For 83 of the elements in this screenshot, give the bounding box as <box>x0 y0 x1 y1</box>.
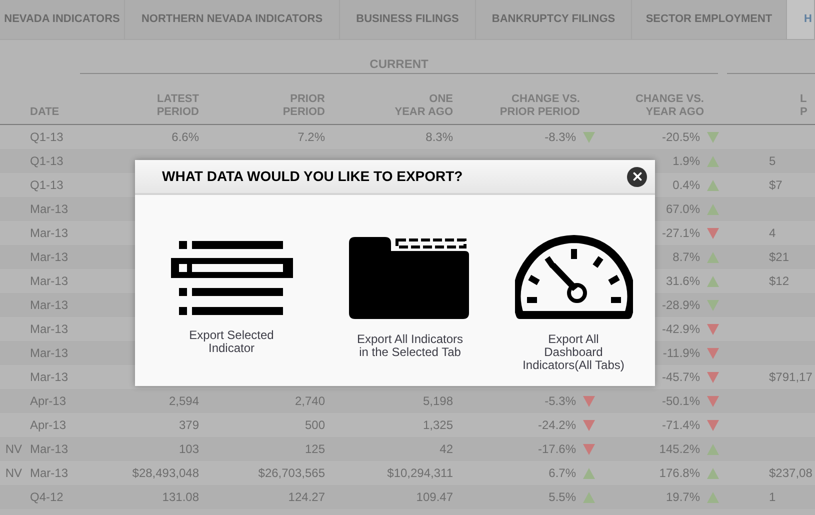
column-header: PRIOR PERIOD <box>282 93 325 119</box>
table-cell-text: 19.7% <box>666 489 700 506</box>
table-cell: Mar-13 <box>30 322 68 336</box>
table-cell: Q1-13 <box>30 154 64 168</box>
table-cell-text: -17.6% <box>538 441 576 458</box>
table-cell: 124.27 <box>288 490 325 504</box>
table-cell: Mar-13 <box>30 370 68 384</box>
table-cell: 500 <box>304 418 325 432</box>
table-cell: 5,198 <box>422 394 453 408</box>
table-cell-text: -50.1% <box>662 393 700 410</box>
table-cell-text: -27.1% <box>662 225 700 242</box>
table-cell: NV <box>5 442 22 456</box>
table-cell: 6.6% <box>172 130 199 144</box>
table-cell-text: 176.8% <box>659 465 700 482</box>
table-cell: Mar-13 <box>30 226 68 240</box>
table-cell: $28,493,048 <box>132 466 199 480</box>
table-cell: $10,294,311 <box>387 466 453 480</box>
table-cell-text: -8.3% <box>544 129 576 146</box>
export-option[interactable]: Export Selected Indicator <box>189 329 274 355</box>
table-cell: 4 <box>769 226 776 240</box>
table-cell-text: 8.7% <box>672 249 700 266</box>
table-cell-text: -45.7% <box>662 369 700 386</box>
table-cell: Q1-13 <box>30 178 64 192</box>
table-cell: $791,17 <box>769 370 812 384</box>
column-header: L P <box>800 93 808 119</box>
table-cell: Mar-13 <box>30 346 68 360</box>
table-cell: $237,08 <box>769 466 812 480</box>
table-cell: $21 <box>769 250 790 264</box>
column-header: CHANGE VS. PRIOR PERIOD <box>498 93 580 119</box>
table-cell: 5 <box>769 154 776 168</box>
folder-icon <box>349 237 471 319</box>
table-cell-text: -11.9% <box>662 345 700 362</box>
column-header: CHANGE VS. YEAR AGO <box>634 93 704 119</box>
export-option[interactable]: Export All Dashboard Indicators(All Tabs) <box>522 333 624 372</box>
table-cell: Apr-13 <box>30 394 66 408</box>
table-cell-text: 6.7% <box>548 465 576 482</box>
close-icon <box>630 170 644 183</box>
group-header: CURRENT <box>370 57 428 71</box>
table-cell-text: 5.5% <box>548 489 576 506</box>
table-cell: Mar-13 <box>30 202 68 216</box>
table-cell: 1 <box>769 490 776 504</box>
table-cell: 2,594 <box>168 394 199 408</box>
export-option[interactable]: Export All Indicators in the Selected Tab <box>356 333 464 359</box>
table-cell: 8.3% <box>426 130 453 144</box>
table-cell-text: -28.9% <box>662 297 700 314</box>
table-cell: Mar-13 <box>30 466 68 480</box>
table-cell: $7 <box>769 178 782 192</box>
table-cell-text: 67.0% <box>666 201 700 218</box>
table-cell: Mar-13 <box>30 274 68 288</box>
table-cell: $12 <box>769 274 790 288</box>
table-cell: Q4-12 <box>30 490 64 504</box>
column-header: DATE <box>30 106 60 119</box>
table-cell-text: 31.6% <box>666 273 700 290</box>
table-cell: 109.47 <box>416 490 453 504</box>
table-cell-text: 1.9% <box>672 153 700 170</box>
table-cell-text: -20.5% <box>662 129 700 146</box>
close-button[interactable] <box>627 166 647 186</box>
table-cell-text: -71.4% <box>662 417 700 434</box>
table-cell-text: 145.2% <box>659 441 700 458</box>
table-cell: Mar-13 <box>30 442 68 456</box>
column-header: LATEST PERIOD <box>156 93 199 119</box>
column-header: ONE YEAR AGO <box>394 93 453 119</box>
table-cell: Apr-13 <box>30 418 66 432</box>
table-cell-text: 0.4% <box>672 177 700 194</box>
table-cell: 42 <box>440 442 453 456</box>
table-cell: $26,703,565 <box>258 466 325 480</box>
table-cell-text: -24.2% <box>538 417 576 434</box>
gauge-icon <box>514 235 632 319</box>
table-cell: Mar-13 <box>30 298 68 312</box>
table-cell-text: -5.3% <box>544 393 576 410</box>
table-cell: 125 <box>304 442 325 456</box>
tab[interactable]: H <box>787 0 815 39</box>
table-cell: 7.2% <box>298 130 325 144</box>
table-cell: Q1-13 <box>30 130 64 144</box>
table-cell: 1,325 <box>422 418 453 432</box>
table-cell: 103 <box>178 442 199 456</box>
table-cell: 2,740 <box>294 394 325 408</box>
table-cell: NV <box>5 466 22 480</box>
dialog-title: WHAT DATA WOULD YOU LIKE TO EXPORT? <box>162 167 463 186</box>
table-cell: Mar-13 <box>30 250 68 264</box>
table-cell: 379 <box>178 418 199 432</box>
table-cell: 131.08 <box>162 490 199 504</box>
table-cell-text: -42.9% <box>662 321 700 338</box>
